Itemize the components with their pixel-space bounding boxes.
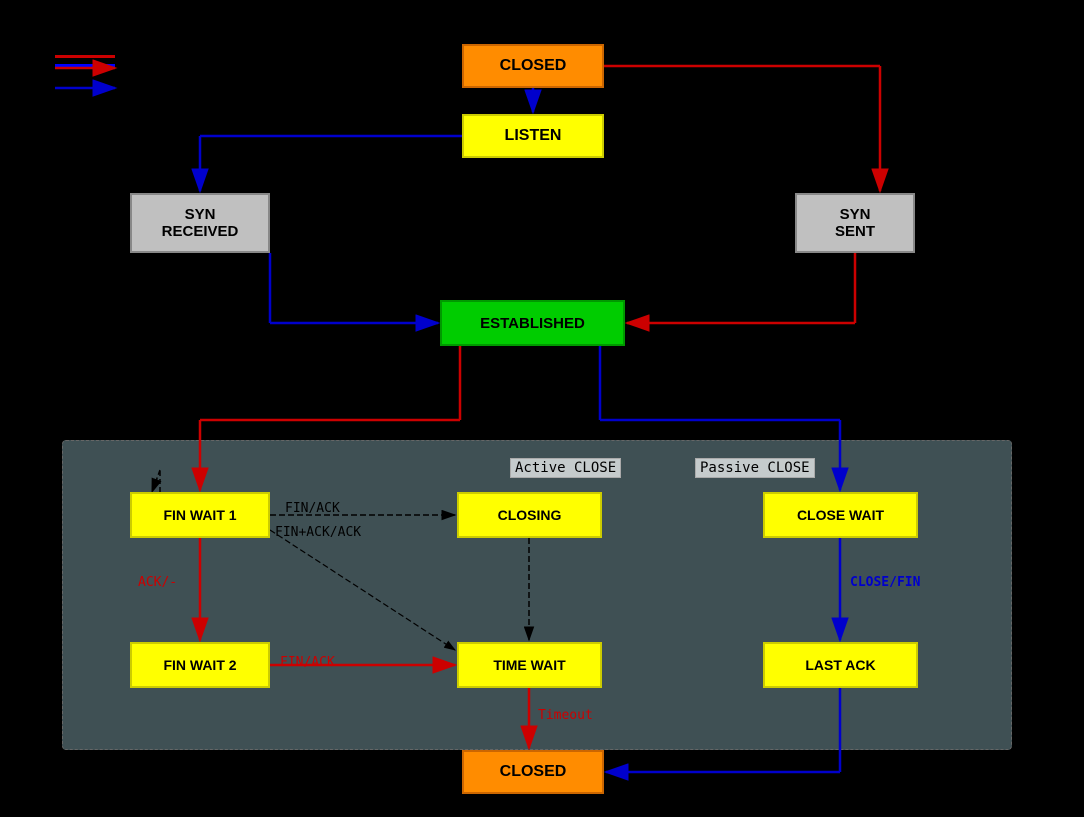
label-fin-plus-ack: FIN+ACK/ACK — [275, 525, 361, 540]
state-syn-received: SYN RECEIVED — [130, 193, 270, 253]
label-close-fin: CLOSE/FIN — [850, 575, 920, 590]
label-ack-dash: ACK/- — [138, 575, 177, 590]
state-closed-bottom: CLOSED — [462, 750, 604, 794]
label-fin-ack-top: FIN/ACK — [285, 501, 340, 516]
state-syn-sent: SYN SENT — [795, 193, 915, 253]
label-timeout: Timeout — [538, 708, 593, 723]
label-fin-ack-bottom: FIN/ACK — [280, 655, 335, 670]
state-close-wait: CLOSE WAIT — [763, 492, 918, 538]
state-fin-wait1: FIN WAIT 1 — [130, 492, 270, 538]
tcp-state-diagram: Active CLOSE Passive CLOSE — [0, 0, 1084, 817]
state-listen: LISTEN — [462, 114, 604, 158]
state-time-wait: TIME WAIT — [457, 642, 602, 688]
state-closed-top: CLOSED — [462, 44, 604, 88]
state-established: ESTABLISHED — [440, 300, 625, 346]
state-last-ack: LAST ACK — [763, 642, 918, 688]
state-fin-wait2: FIN WAIT 2 — [130, 642, 270, 688]
state-closing: CLOSING — [457, 492, 602, 538]
